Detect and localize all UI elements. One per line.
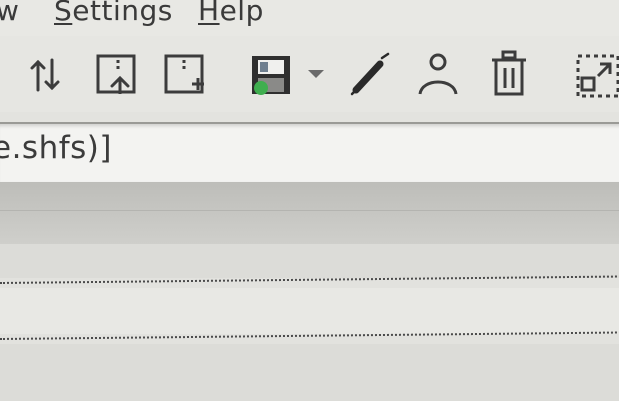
delete-button[interactable] — [486, 50, 536, 100]
menu-settings-mnemonic: S — [54, 0, 73, 27]
save-disk-icon — [252, 56, 290, 95]
save-dropdown-button[interactable] — [304, 50, 330, 100]
list-column-header[interactable] — [0, 182, 619, 245]
file-list — [0, 244, 619, 401]
edit-button[interactable] — [344, 50, 394, 100]
menu-view[interactable]: w — [0, 0, 19, 27]
menu-help-label: elp — [219, 0, 264, 27]
upload-button[interactable] — [92, 50, 142, 100]
new-page-icon — [164, 54, 204, 94]
expand-button[interactable] — [574, 50, 619, 100]
menu-bar: w Settings Help — [0, 0, 619, 36]
user-button[interactable] — [414, 50, 464, 100]
menu-settings[interactable]: Settings — [54, 0, 173, 27]
menu-view-label: w — [0, 0, 20, 27]
move-button[interactable] — [20, 50, 70, 100]
user-icon — [418, 53, 458, 95]
dropdown-arrow-icon — [308, 70, 324, 78]
location-input[interactable]: e.shfs)] — [0, 122, 619, 183]
location-bar: e.shfs)] — [0, 112, 619, 183]
menu-help-mnemonic: H — [198, 0, 220, 27]
toolbar — [0, 36, 619, 112]
list-row[interactable] — [0, 288, 619, 334]
pen-icon — [350, 52, 390, 96]
trash-icon — [492, 50, 526, 96]
new-page-button[interactable] — [160, 50, 210, 100]
menu-help[interactable]: Help — [198, 0, 264, 27]
move-arrows-icon — [30, 58, 60, 92]
save-button[interactable] — [248, 50, 298, 100]
upload-page-icon — [96, 54, 136, 94]
header-separator — [0, 210, 619, 211]
kde-window: w Settings Help e.shfs)] — [0, 0, 619, 401]
location-text: e.shfs)] — [0, 130, 112, 166]
list-row[interactable] — [0, 244, 619, 278]
list-row[interactable] — [0, 344, 619, 401]
menu-settings-label: ettings — [72, 0, 173, 27]
expand-icon — [576, 54, 619, 98]
